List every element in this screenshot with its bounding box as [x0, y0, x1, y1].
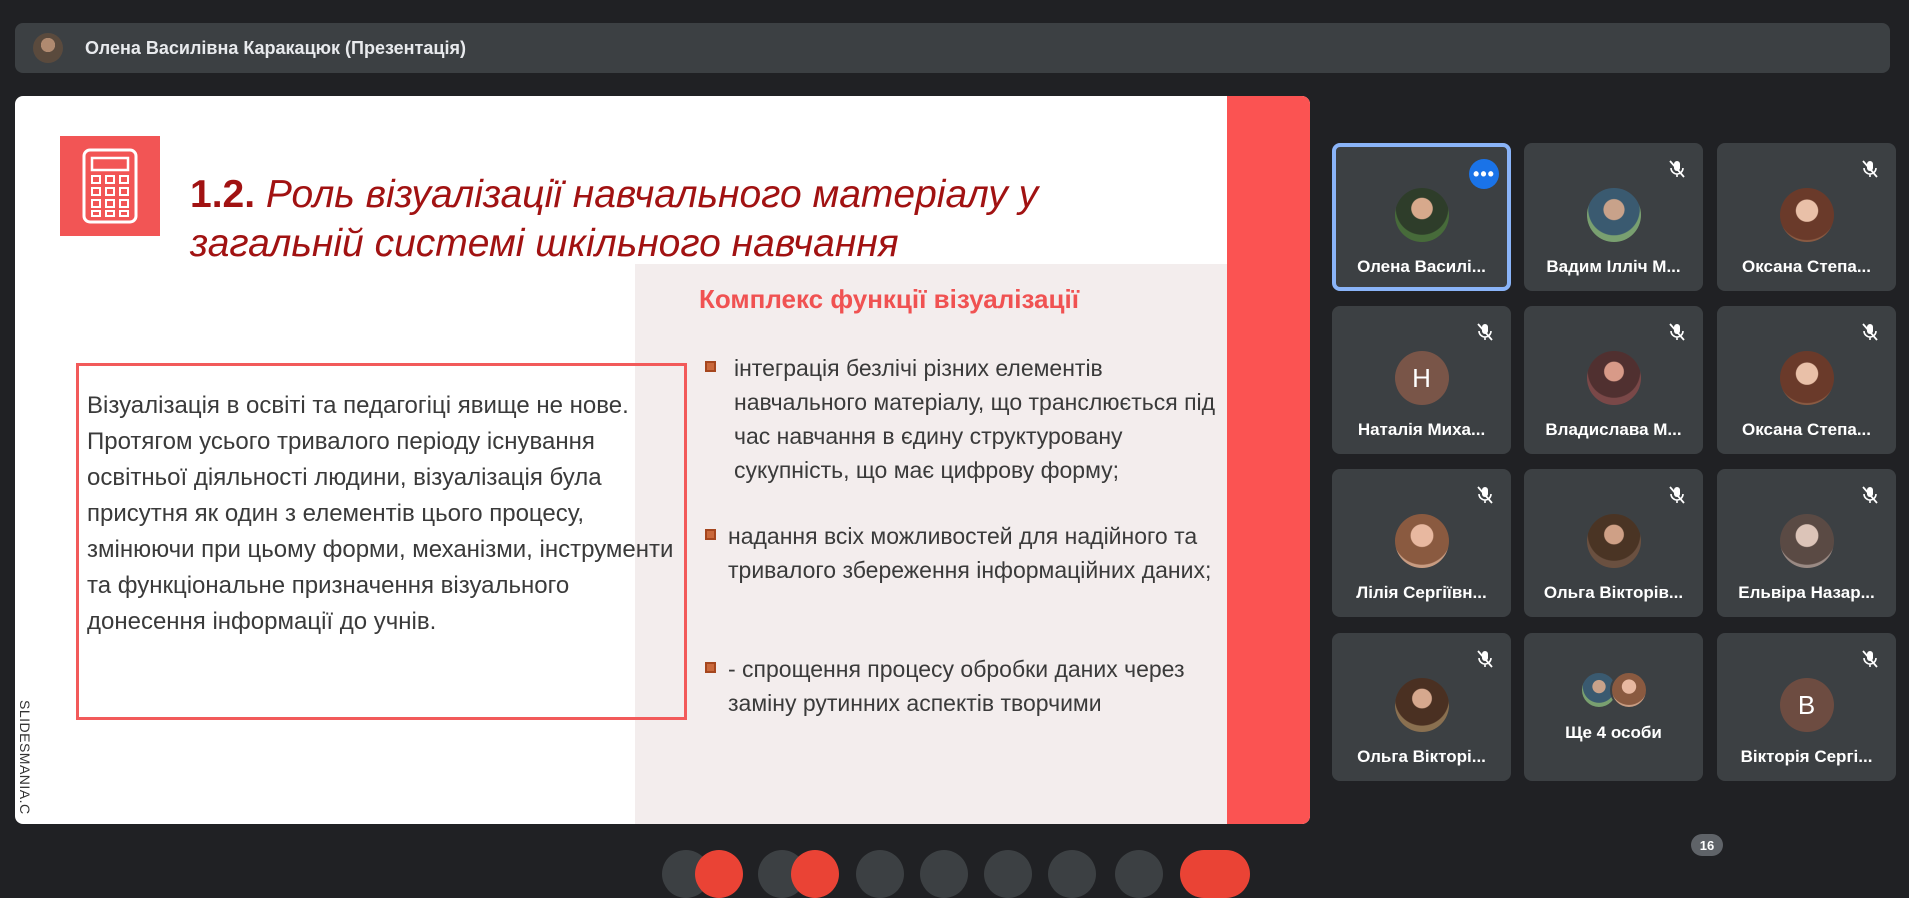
- group-avatars: [1579, 671, 1648, 709]
- bullet-item: надання всіх можливостей для надійного т…: [705, 519, 1218, 587]
- mic-off-icon: [1856, 318, 1884, 346]
- bullet-item: інтеграція безлічі різних елементів навч…: [705, 351, 1224, 487]
- presenter-title: Олена Василівна Каракацюк (Презентація): [85, 37, 466, 58]
- bullet-text: надання всіх можливостей для надійного т…: [728, 523, 1212, 583]
- participant-tile[interactable]: Н Наталія Миха...: [1332, 306, 1511, 454]
- mic-off-icon: [1856, 155, 1884, 183]
- bullet-marker: [705, 662, 716, 673]
- side-heading: Комплекс функції візуалізації: [699, 284, 1080, 314]
- participant-name: Ольга Вікторів...: [1543, 583, 1684, 602]
- bullet-marker: [705, 361, 716, 372]
- participant-name: Вікторія Сергі...: [1740, 747, 1873, 766]
- slide-title-number: 1.2.: [190, 173, 256, 216]
- avatar: [1779, 351, 1834, 405]
- present-button[interactable]: [984, 850, 1032, 898]
- mic-off-icon: [1856, 481, 1884, 509]
- participant-name: Ольга Вікторі...: [1357, 747, 1486, 766]
- participant-name: Олена Василі...: [1357, 257, 1486, 276]
- avatar: [1586, 351, 1641, 405]
- mic-off-icon: [1663, 155, 1691, 183]
- end-call-button[interactable]: [1180, 850, 1250, 898]
- participant-name: Оксана Степа...: [1741, 420, 1872, 439]
- mic-off-icon: [1663, 318, 1691, 346]
- participant-tile[interactable]: Лілія Сергіївн...: [1332, 469, 1511, 617]
- mic-off-icon: [1663, 481, 1691, 509]
- presenter-avatar: [33, 33, 63, 63]
- avatar: [1394, 514, 1449, 568]
- avatar: B: [1779, 678, 1834, 732]
- mic-off-icon: [1471, 318, 1499, 346]
- bullet-text: - спрощення процесу обробки даних через …: [728, 656, 1185, 716]
- reactions-button[interactable]: [920, 850, 968, 898]
- avatar: [1586, 188, 1641, 242]
- slide-accent-bar: [1227, 96, 1310, 824]
- participant-tile[interactable]: Вадим Ілліч М...: [1524, 143, 1703, 291]
- captions-button[interactable]: [856, 850, 904, 898]
- raise-hand-button[interactable]: [1048, 850, 1096, 898]
- participant-tile[interactable]: Владислава М...: [1524, 306, 1703, 454]
- mic-toggle-button[interactable]: [695, 850, 743, 898]
- slide-title: 1.2. Роль візуалізації навчального матер…: [190, 170, 1150, 268]
- participant-name: Ельвіра Назар...: [1738, 583, 1875, 602]
- participant-name: Вадим Ілліч М...: [1546, 257, 1681, 276]
- participant-tile[interactable]: Ельвіра Назар...: [1717, 469, 1896, 617]
- avatar: [1779, 514, 1834, 568]
- participant-tile[interactable]: Оксана Степа...: [1717, 143, 1896, 291]
- bullet-text: інтеграція безлічі різних елементів навч…: [734, 355, 1216, 483]
- participant-name: Наталія Миха...: [1357, 420, 1486, 439]
- participant-tile[interactable]: ••• Олена Василі...: [1332, 143, 1511, 291]
- bullet-marker: [705, 529, 716, 540]
- mic-off-icon: [1856, 645, 1884, 673]
- avatar: [1394, 188, 1449, 242]
- participant-name: Владислава М...: [1545, 420, 1682, 439]
- avatar: [1586, 514, 1641, 568]
- participant-tile[interactable]: Ольга Вікторів...: [1524, 469, 1703, 617]
- slide-watermark: SLIDESMANIA.C: [17, 700, 33, 815]
- avatar: [1779, 188, 1834, 242]
- participant-tile[interactable]: B Вікторія Сергі...: [1717, 633, 1896, 781]
- presenter-bar: Олена Василівна Каракацюк (Презентація): [15, 23, 1890, 73]
- slide-title-text: Роль візуалізації навчального матеріалу …: [190, 173, 1039, 265]
- calculator-icon: [60, 136, 160, 236]
- more-participants-tile[interactable]: Ще 4 особи: [1524, 633, 1703, 781]
- participant-tile[interactable]: Ольга Вікторі...: [1332, 633, 1511, 781]
- participant-name: Оксана Степа...: [1741, 257, 1872, 276]
- participant-tile[interactable]: Оксана Степа...: [1717, 306, 1896, 454]
- avatar: [1394, 678, 1449, 732]
- camera-toggle-button[interactable]: [791, 850, 839, 898]
- body-text-box: Візуалізація в освіті та педагогіці явищ…: [76, 363, 687, 720]
- body-text: Візуалізація в освіті та педагогіці явищ…: [87, 392, 674, 635]
- mic-off-icon: [1471, 645, 1499, 673]
- mic-off-icon: [1471, 481, 1499, 509]
- avatar: Н: [1394, 351, 1449, 405]
- more-participants-label: Ще 4 особи: [1565, 723, 1662, 742]
- more-options-icon[interactable]: •••: [1469, 159, 1499, 189]
- bullet-item: - спрощення процесу обробки даних через …: [705, 652, 1218, 720]
- more-options-button[interactable]: [1115, 850, 1163, 898]
- avatar: [1609, 671, 1648, 709]
- presentation-slide: 1.2. Роль візуалізації навчального матер…: [15, 96, 1310, 824]
- participant-name: Лілія Сергіївн...: [1356, 583, 1487, 602]
- participant-count-badge: 16: [1691, 834, 1723, 856]
